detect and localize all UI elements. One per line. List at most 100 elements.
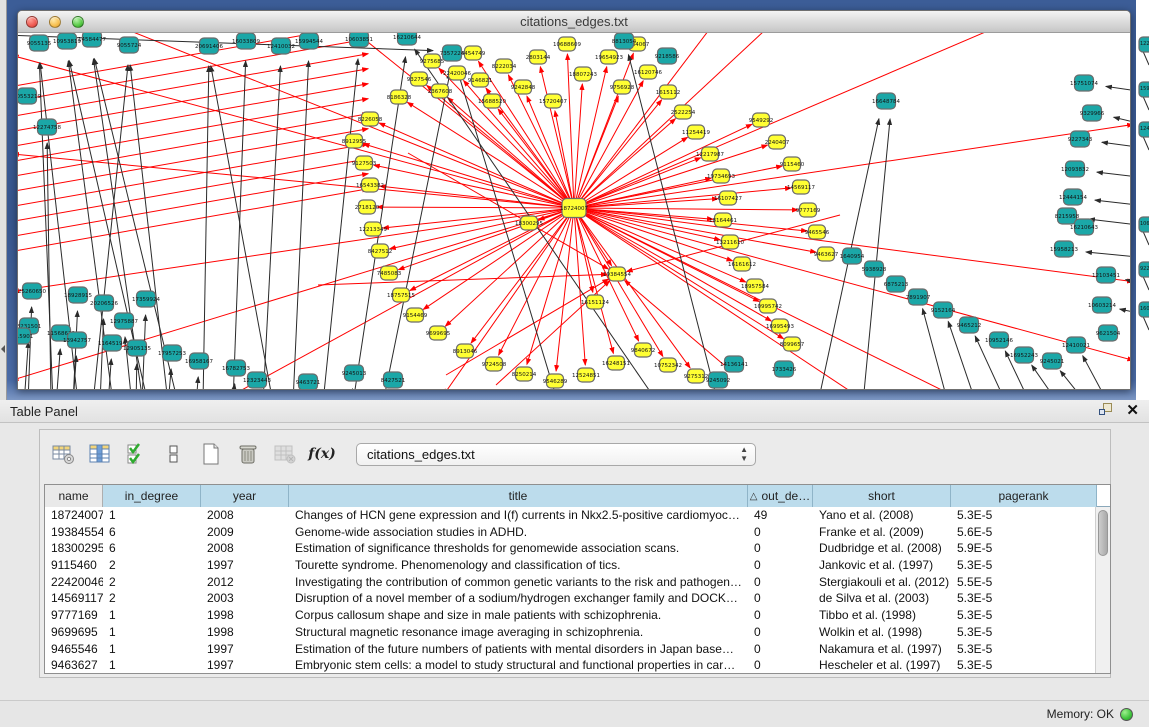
column-visibility-icon[interactable] (87, 441, 113, 467)
table-cell: 1 (103, 607, 201, 624)
table-cell: 1997 (201, 657, 289, 674)
left-panel-collapsed-strip[interactable] (0, 0, 7, 400)
network-canvas[interactable]: 8912955912750316543382271812012213349842… (18, 33, 1130, 389)
table-cell: 5.3E-5 (951, 607, 1097, 624)
table-cell: 1 (103, 624, 201, 641)
application-window: citations_edges.txt 89129559127503165433… (0, 0, 1149, 727)
memory-status-label: Memory: OK (1047, 707, 1114, 721)
column-header-title[interactable]: title (289, 485, 748, 507)
table-cell: 6 (103, 524, 201, 541)
table-cell: 49 (748, 507, 813, 524)
table-cell: 18300295 (45, 540, 103, 557)
table-cell: 2003 (201, 590, 289, 607)
table-cell: 2008 (201, 540, 289, 557)
table-scrollbar[interactable] (1095, 507, 1110, 673)
sort-ascending-icon: △ (750, 491, 758, 502)
function-builder-icon[interactable]: f(x) (309, 441, 335, 467)
table-cell: 5.3E-5 (951, 624, 1097, 641)
table-toolbar: f(x) citations_edges.txt ▲▼ (50, 438, 756, 470)
table-cell: 2012 (201, 574, 289, 591)
table-cell: 9463627 (45, 657, 103, 674)
table-cell: Disruption of a novel member of a sodium… (289, 590, 748, 607)
table-cell: 1998 (201, 624, 289, 641)
table-cell: 1998 (201, 607, 289, 624)
table-cell: 5.3E-5 (951, 657, 1097, 674)
table-row[interactable]: 1872400712008Changes of HCN gene express… (45, 507, 1110, 524)
table-cell: 0 (748, 524, 813, 541)
table-cell: Nakamura et al. (1997) (813, 641, 951, 658)
table-cell: 0 (748, 557, 813, 574)
column-header-out-degree[interactable]: △out_de… (748, 485, 813, 507)
delete-table-icon-disabled[interactable] (272, 441, 298, 467)
table-cell: 9465546 (45, 641, 103, 658)
table-cell: 5.9E-5 (951, 540, 1097, 557)
table-cell: 5.3E-5 (951, 641, 1097, 658)
table-cell: 0 (748, 624, 813, 641)
table-row[interactable]: 1938455462009Genome-wide association stu… (45, 524, 1110, 541)
scrollbar-thumb[interactable] (1098, 510, 1108, 556)
table-row[interactable]: 977716911998Corpus callosum shape and si… (45, 607, 1110, 624)
table-cell: 2009 (201, 524, 289, 541)
table-cell: 5.5E-5 (951, 574, 1097, 591)
table-cell: 19384554 (45, 524, 103, 541)
table-cell: 14569117 (45, 590, 103, 607)
table-row[interactable]: 969969511998Structural magnetic resonanc… (45, 624, 1110, 641)
table-cell: 9777169 (45, 607, 103, 624)
table-row[interactable]: 911546021997Tourette syndrome. Phenomeno… (45, 557, 1110, 574)
table-cell: Yano et al. (2008) (813, 507, 951, 524)
table-row[interactable]: 1456911722003Disruption of a novel membe… (45, 590, 1110, 607)
table-cell: 5.3E-5 (951, 590, 1097, 607)
column-header-short[interactable]: short (813, 485, 951, 507)
node-table: name in_degree year title △out_de… short… (44, 484, 1111, 674)
column-header-in-degree[interactable]: in_degree (103, 485, 201, 507)
column-header-pagerank[interactable]: pagerank (951, 485, 1097, 507)
table-cell: 0 (748, 574, 813, 591)
table-cell: 0 (748, 590, 813, 607)
column-header-year[interactable]: year (201, 485, 289, 507)
table-cell: Wolkin et al. (1998) (813, 624, 951, 641)
table-row[interactable]: 1830029562008Estimation of significance … (45, 540, 1110, 557)
table-cell: 22420046 (45, 574, 103, 591)
table-header-row: name in_degree year title △out_de… short… (45, 485, 1110, 507)
table-cell: 18724007 (45, 507, 103, 524)
network-window[interactable]: citations_edges.txt 89129559127503165433… (17, 10, 1131, 390)
select-columns-icon[interactable] (124, 441, 150, 467)
table-cell: Jankovic et al. (1997) (813, 557, 951, 574)
table-body: 1872400712008Changes of HCN gene express… (45, 507, 1110, 674)
table-panel-header: Table Panel ✕ (0, 400, 1149, 423)
table-select-value: citations_edges.txt (357, 447, 475, 462)
table-cell: Hescheler et al. (1997) (813, 657, 951, 674)
memory-ok-indicator-icon[interactable] (1120, 708, 1133, 721)
table-panel-content: f(x) citations_edges.txt ▲▼ name in_degr… (39, 429, 1111, 678)
window-title: citations_edges.txt (18, 14, 1130, 29)
table-select-dropdown[interactable]: citations_edges.txt ▲▼ (356, 443, 756, 466)
table-options-icon[interactable] (50, 441, 76, 467)
create-column-icon[interactable] (198, 441, 224, 467)
table-cell: Tibbo et al. (1998) (813, 607, 951, 624)
column-header-name[interactable]: name (45, 485, 103, 507)
table-row[interactable]: 946554611997Estimation of the future num… (45, 641, 1110, 658)
table-cell: 1 (103, 507, 201, 524)
table-panel: Table Panel ✕ (0, 400, 1149, 727)
close-panel-icon[interactable]: ✕ (1126, 403, 1139, 418)
table-row[interactable]: 2242004622012Investigating the contribut… (45, 574, 1110, 591)
table-row[interactable]: 946362711997Embryonic stem cells: a mode… (45, 657, 1110, 674)
table-cell: 1 (103, 641, 201, 658)
table-cell: de Silva et al. (2003) (813, 590, 951, 607)
table-cell: Structural magnetic resonance image aver… (289, 624, 748, 641)
table-cell: 5.3E-5 (951, 507, 1097, 524)
table-cell: Tourette syndrome. Phenomenology and cla… (289, 557, 748, 574)
network-window-titlebar[interactable]: citations_edges.txt (18, 11, 1130, 33)
float-panel-icon[interactable] (1099, 403, 1114, 418)
citation-network-graph[interactable]: 8912955912750316543382271812012213349842… (18, 33, 1130, 389)
table-cell: 0 (748, 607, 813, 624)
panel-collapse-handle-icon[interactable] (1, 345, 5, 353)
table-cell: Dudbridge et al. (2008) (813, 540, 951, 557)
delete-column-icon[interactable] (235, 441, 261, 467)
table-cell: 2 (103, 574, 201, 591)
table-cell: 0 (748, 657, 813, 674)
row-height-icon[interactable] (161, 441, 187, 467)
table-cell: 9115460 (45, 557, 103, 574)
table-cell: 1997 (201, 557, 289, 574)
table-cell: 0 (748, 540, 813, 557)
